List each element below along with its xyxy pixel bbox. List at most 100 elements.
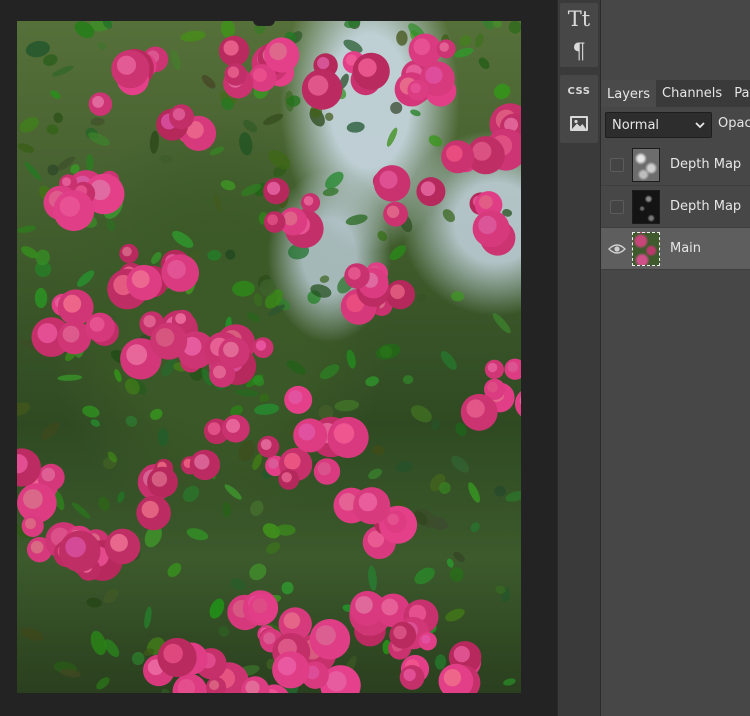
- rose-petal-highlight: [260, 439, 272, 450]
- rose-petal-highlight: [151, 471, 168, 487]
- rose-petal-highlight: [288, 390, 303, 405]
- rose-petal-highlight: [209, 680, 220, 691]
- leaf-shape: [159, 154, 173, 164]
- visibility-checkbox[interactable]: [610, 158, 624, 172]
- rose-petal-highlight: [41, 467, 56, 482]
- leaf-shape: [98, 496, 110, 511]
- rose-petal-highlight: [126, 344, 148, 366]
- rose-petal-highlight: [413, 38, 431, 55]
- leaf-shape: [209, 598, 225, 619]
- rose-petal-highlight: [284, 452, 301, 470]
- leaf-shape: [182, 485, 200, 503]
- tab-paths[interactable]: Paths: [728, 80, 750, 107]
- rose-petal-highlight: [326, 671, 347, 692]
- rose-blossom: [514, 391, 521, 417]
- canvas-ruler-notch: [253, 18, 275, 26]
- leaf-shape: [459, 35, 472, 47]
- leaf-shape: [53, 112, 63, 123]
- leaf-shape: [253, 293, 263, 307]
- rose-petal-highlight: [387, 513, 399, 526]
- rose-petal-highlight: [315, 625, 336, 646]
- rose-petal-highlight: [453, 646, 470, 663]
- rose-petal-highlight: [263, 632, 276, 645]
- leaf-shape: [172, 230, 194, 248]
- leaf-shape: [51, 65, 74, 77]
- layer-row-selected[interactable]: Main: [601, 228, 750, 270]
- rose-petal-highlight: [466, 399, 485, 418]
- rose-petal-highlight: [317, 57, 330, 70]
- leaf-shape: [114, 369, 122, 383]
- rose-petal-highlight: [269, 42, 287, 61]
- leaf-shape: [243, 119, 258, 133]
- leaf-shape: [434, 654, 447, 670]
- rose-petal-highlight: [393, 625, 407, 640]
- layer-thumbnail: [632, 148, 660, 182]
- tab-layers[interactable]: Layers: [601, 80, 657, 107]
- rose-petal-highlight: [281, 472, 292, 483]
- rose-petal-highlight: [403, 668, 416, 682]
- layer-list: Depth Map Depth Map Main: [601, 144, 750, 270]
- leaf-shape: [410, 405, 432, 423]
- leaf-shape: [492, 313, 511, 334]
- leaf-shape: [494, 485, 506, 497]
- rose-petal-highlight: [421, 634, 431, 645]
- leaf-shape: [470, 522, 480, 533]
- rose-petal-highlight: [122, 246, 132, 257]
- blend-row: Normal Opacity:: [601, 107, 750, 144]
- leaf-shape: [230, 578, 246, 591]
- leaf-shape: [209, 146, 225, 156]
- leaf-shape: [249, 563, 267, 581]
- eye-icon[interactable]: [608, 241, 626, 257]
- leaf-shape: [474, 33, 484, 48]
- visibility-checkbox[interactable]: [610, 200, 624, 214]
- css-icon: CSS: [567, 85, 591, 97]
- rose-petal-highlight: [255, 340, 267, 351]
- leaf-shape: [266, 542, 281, 554]
- rose-petal-highlight: [62, 177, 71, 187]
- leaf-shape: [442, 209, 456, 223]
- panel-tabs: Layers Channels Paths: [601, 80, 750, 107]
- paragraph-icon: ¶: [572, 38, 586, 63]
- leaf-shape: [468, 482, 480, 503]
- rose-petal-highlight: [277, 656, 297, 676]
- leaf-shape: [451, 291, 465, 302]
- rose-petal-highlight: [89, 317, 105, 332]
- leaf-shape: [17, 225, 37, 233]
- leaf-shape: [281, 581, 294, 595]
- rose-petal-highlight: [63, 294, 82, 313]
- blend-mode-select[interactable]: Normal: [605, 112, 712, 138]
- rose-petal-highlight: [30, 540, 44, 554]
- leaf-shape: [186, 528, 209, 541]
- leaf-shape: [259, 393, 270, 403]
- leaf-shape: [254, 403, 280, 415]
- rose-petal-highlight: [307, 75, 329, 96]
- leaf-shape: [86, 597, 103, 608]
- leaf-shape: [446, 558, 454, 568]
- layer-row[interactable]: Depth Map: [601, 144, 750, 186]
- leaf-shape: [90, 419, 101, 427]
- rose-petal-highlight: [303, 196, 314, 206]
- layer-row[interactable]: Depth Map: [601, 186, 750, 228]
- canvas-area[interactable]: [0, 0, 557, 716]
- roses-artwork: [17, 21, 521, 693]
- photo-canvas[interactable]: [17, 21, 521, 693]
- image-info-button[interactable]: [560, 107, 598, 139]
- leaf-shape: [97, 42, 107, 50]
- rose-petal-highlight: [92, 96, 104, 108]
- paragraph-button[interactable]: ¶: [560, 35, 598, 67]
- leaf-shape: [345, 214, 368, 226]
- rose-petal-highlight: [172, 108, 186, 121]
- character-button[interactable]: Tt: [560, 3, 598, 35]
- leaf-shape: [445, 608, 465, 622]
- rose-petal-highlight: [507, 361, 519, 373]
- rose-petal-highlight: [355, 596, 373, 614]
- leaf-shape: [222, 501, 231, 518]
- chevron-down-icon: [695, 122, 705, 129]
- leaf-shape: [505, 490, 521, 502]
- css-button[interactable]: CSS: [560, 75, 598, 107]
- leaf-shape: [125, 415, 138, 427]
- rose-petal-highlight: [25, 518, 36, 530]
- rose-petal-highlight: [425, 66, 443, 84]
- tab-channels[interactable]: Channels: [656, 80, 728, 107]
- rose-petal-highlight: [478, 215, 497, 235]
